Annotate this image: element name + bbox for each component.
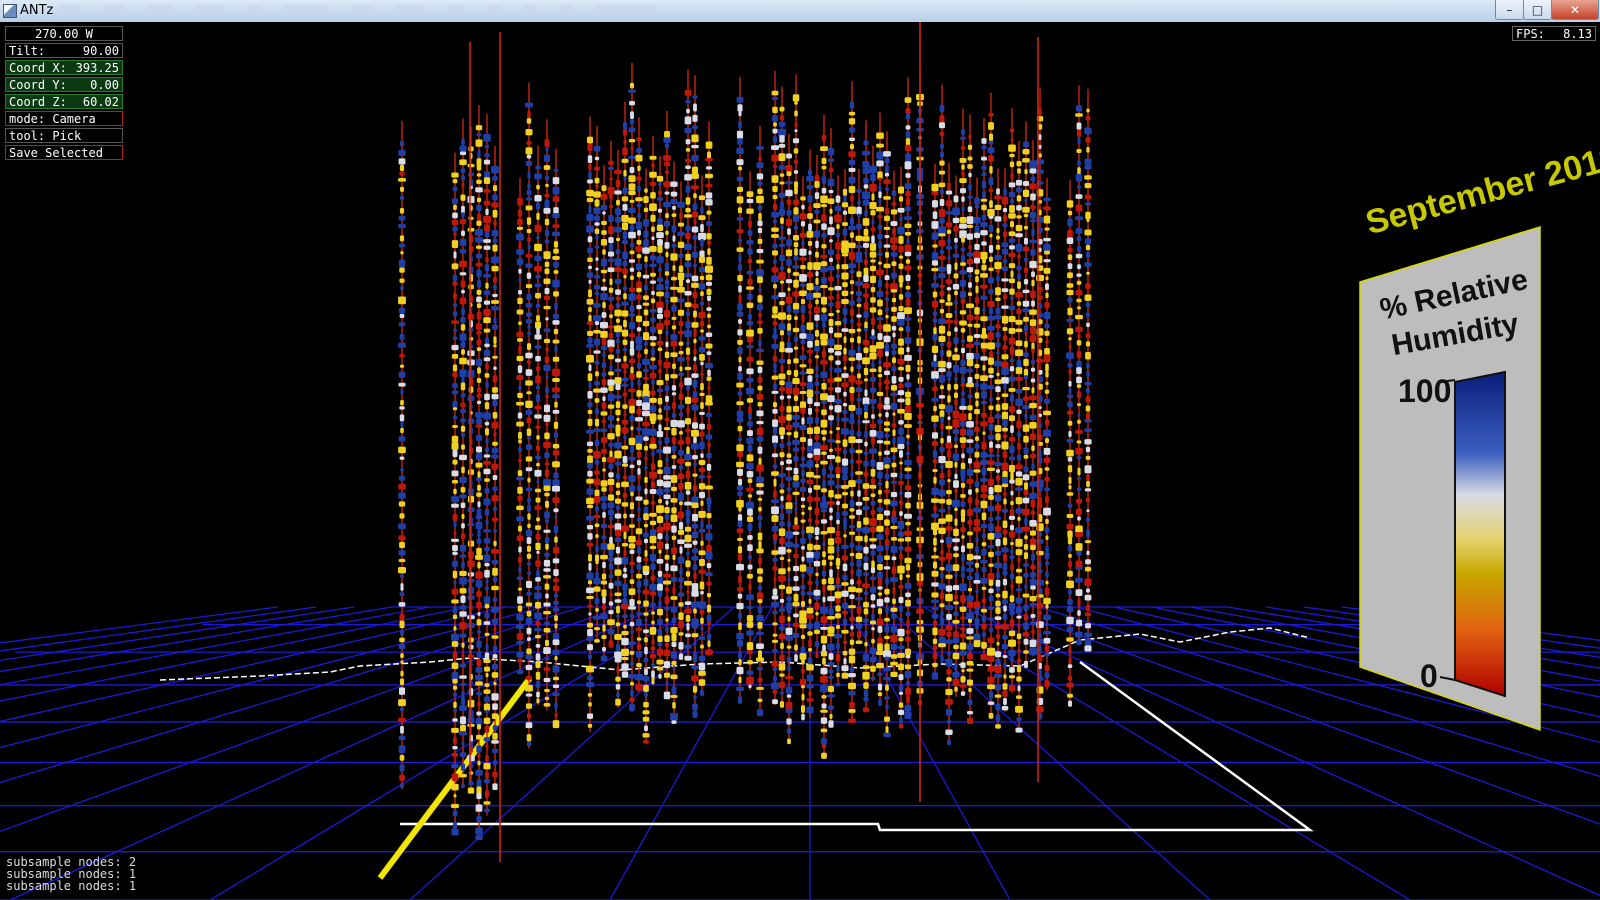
tilt-label: Tilt: bbox=[9, 44, 46, 58]
legend-date: September 2013 bbox=[1362, 138, 1600, 242]
close-icon[interactable]: ✕ bbox=[1551, 0, 1599, 20]
fps-label: FPS: bbox=[1516, 27, 1545, 41]
coord-x-readout: Coord X: 393.25 bbox=[5, 60, 123, 75]
console-log: subsample nodes: 2 subsample nodes: 1 su… bbox=[6, 856, 136, 892]
maximize-icon[interactable]: □ bbox=[1523, 0, 1552, 20]
coord-x-value: 393.25 bbox=[75, 61, 119, 75]
mode-button[interactable]: mode: Camera bbox=[5, 111, 123, 126]
console-line: subsample nodes: 1 bbox=[6, 879, 137, 893]
fps-value: 8.13 bbox=[1563, 27, 1592, 41]
blurred-menu-bar bbox=[60, 5, 656, 13]
coord-z-label: Coord Z: bbox=[9, 95, 67, 109]
coord-z-readout: Coord Z: 60.02 bbox=[5, 94, 123, 109]
heading-readout: 270.00 W bbox=[5, 26, 123, 41]
window-title: ANTz bbox=[20, 3, 54, 18]
minimize-icon[interactable]: – bbox=[1495, 0, 1524, 20]
coord-y-readout: Coord Y: 0.00 bbox=[5, 77, 123, 92]
humidity-columns bbox=[398, 22, 1092, 862]
tilt-value: 90.00 bbox=[82, 44, 119, 58]
camera-hud: 270.00 W Tilt: 90.00 Coord X: 393.25 Coo… bbox=[5, 26, 123, 162]
humidity-legend-panel: September 2013 % Relative Humidity 100 0 bbox=[1359, 138, 1600, 732]
save-selected-button[interactable]: Save Selected bbox=[5, 145, 123, 160]
coord-y-label: Coord Y: bbox=[9, 78, 67, 92]
coord-y-value: 0.00 bbox=[90, 78, 119, 92]
window-titlebar: ANTz – □ ✕ bbox=[0, 0, 1600, 23]
antz-app-icon bbox=[3, 4, 17, 18]
tilt-readout: Tilt: 90.00 bbox=[5, 43, 123, 58]
coastline-map bbox=[159, 627, 1314, 880]
tool-button[interactable]: tool: Pick bbox=[5, 128, 123, 143]
coord-x-label: Coord X: bbox=[9, 61, 67, 75]
legend-min-label: 0 bbox=[1420, 658, 1438, 694]
humidity-3d-scene[interactable]: September 2013 % Relative Humidity 100 0 bbox=[0, 22, 1600, 900]
coord-z-value: 60.02 bbox=[82, 95, 119, 109]
fps-counter: FPS: 8.13 bbox=[1512, 26, 1596, 41]
legend-max-label: 100 bbox=[1398, 373, 1451, 409]
